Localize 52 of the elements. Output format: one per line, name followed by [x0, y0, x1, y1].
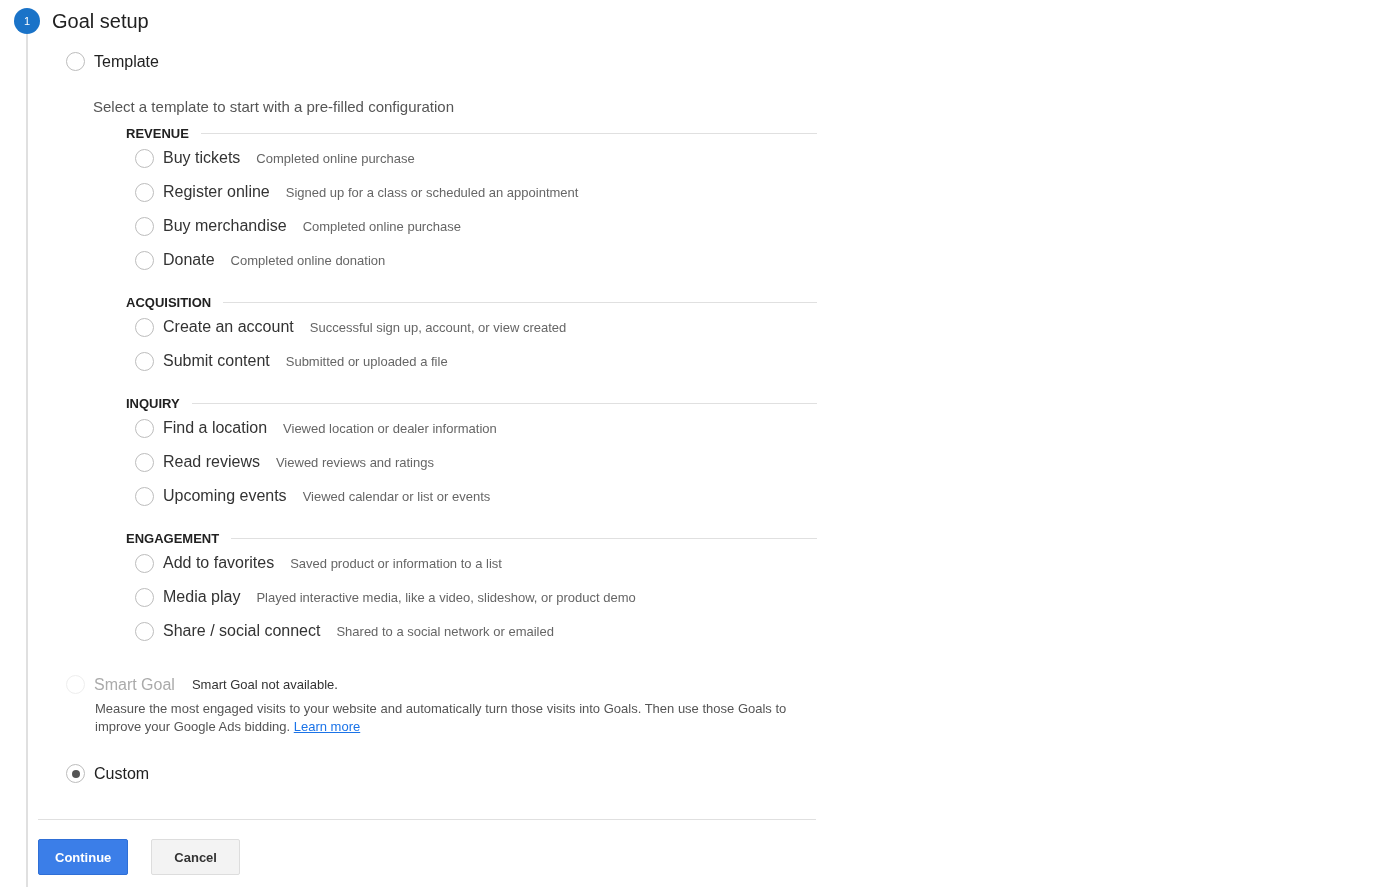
template-label: Submit content: [163, 352, 270, 370]
template-label: Upcoming events: [163, 487, 287, 505]
template-description: Viewed calendar or list or events: [302, 488, 491, 504]
availability-note: Smart Goal not available.: [191, 677, 338, 692]
template-label: Read reviews: [163, 453, 260, 471]
template-description: Completed online purchase: [256, 150, 415, 166]
radio-button[interactable]: [135, 317, 154, 337]
radio-button[interactable]: [135, 553, 154, 573]
radio-button[interactable]: [135, 148, 154, 168]
radio-button[interactable]: [135, 351, 154, 371]
template-description: Completed online donation: [230, 252, 386, 268]
template-description: Successful sign up, account, or view created: [309, 319, 567, 335]
template-description: Played interactive media, like a video, slideshow, or product demo: [256, 589, 636, 605]
template-description: Shared to a social network or emailed: [336, 623, 554, 639]
template-label: Media play: [163, 588, 241, 606]
radio-button[interactable]: [135, 587, 154, 607]
template-description: Viewed reviews and ratings: [275, 454, 434, 470]
cancel-button[interactable]: Cancel: [151, 839, 240, 875]
template-description: Signed up for a class or scheduled an appointment: [285, 184, 579, 200]
option-label: Custom: [94, 764, 150, 783]
option-description: Measure the most engaged visits to your website and automatically turn those visits into Goals. Then use those Goals to improve your Google Ads bidding. Learn more: [95, 700, 788, 736]
template-label: Donate: [163, 251, 215, 269]
template-description: Saved product or information to a list: [290, 555, 502, 571]
template-description: Viewed location or dealer information: [283, 420, 497, 436]
template-label: Create an account: [163, 318, 294, 336]
step-number: 1: [14, 8, 40, 34]
template-label: Add to favorites: [163, 554, 275, 572]
template-label: Register online: [163, 183, 270, 201]
radio-button[interactable]: [135, 250, 154, 270]
template-description: Completed online purchase: [302, 218, 461, 234]
option-description: Select a template to start with a pre-filled configuration: [93, 98, 456, 115]
radio-button[interactable]: [135, 452, 154, 472]
radio-button[interactable]: [135, 216, 154, 236]
radio-button[interactable]: [135, 486, 154, 506]
radio-button[interactable]: [135, 418, 154, 438]
group-heading: ACQUISITION: [126, 295, 212, 310]
continue-button[interactable]: Continue: [38, 839, 129, 875]
template-label: Buy merchandise: [163, 217, 287, 235]
group-heading: REVENUE: [126, 126, 189, 141]
template-label: Find a location: [163, 419, 268, 437]
radio-button[interactable]: [135, 182, 154, 202]
radio-button[interactable]: [66, 52, 85, 71]
template-description: Submitted or uploaded a file: [285, 353, 448, 369]
template-label: Share / social connect: [163, 622, 321, 640]
group-heading: INQUIRY: [126, 396, 180, 411]
option-label: Smart Goal: [94, 675, 175, 694]
group-heading: ENGAGEMENT: [126, 531, 220, 546]
section-title: Goal setup: [52, 9, 149, 33]
radio-button[interactable]: [135, 621, 154, 641]
template-label: Buy tickets: [163, 149, 241, 167]
option-label: Template: [94, 52, 159, 71]
radio-button[interactable]: [66, 764, 85, 783]
